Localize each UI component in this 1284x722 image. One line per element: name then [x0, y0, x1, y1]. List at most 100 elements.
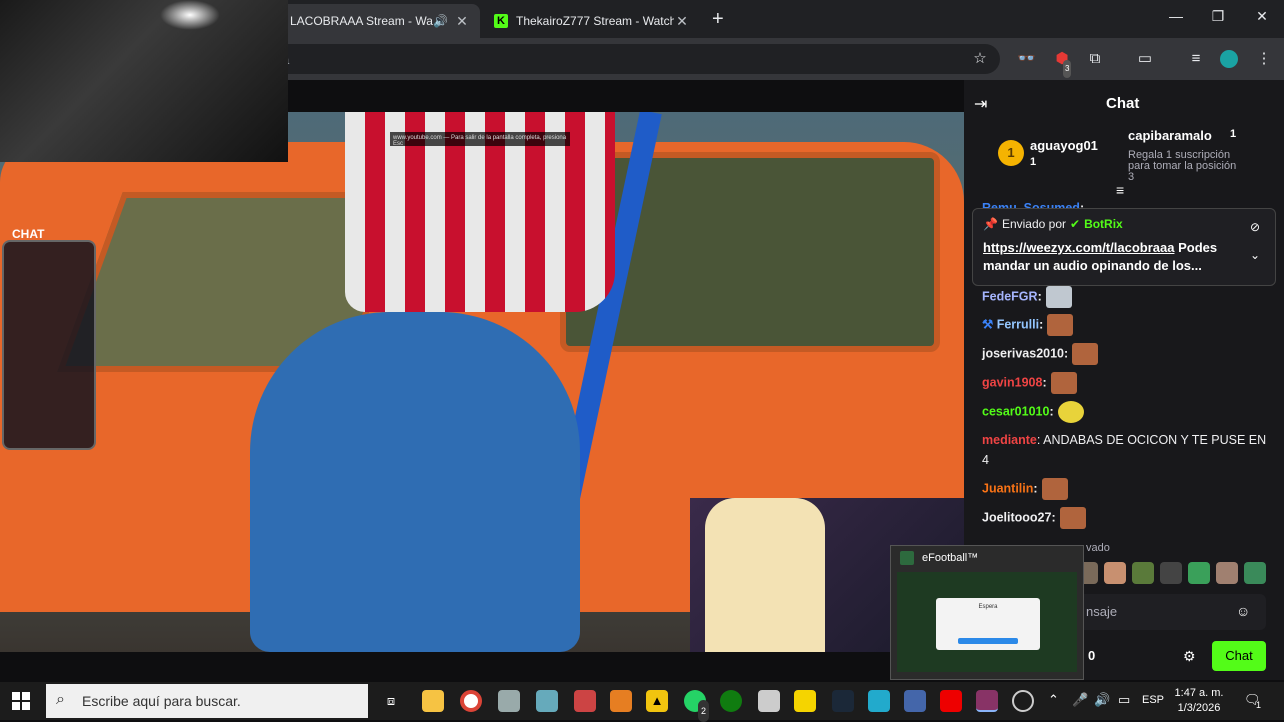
- bot-badge-icon: ✔: [1070, 217, 1081, 231]
- task-view-icon[interactable]: ⧈: [380, 690, 402, 712]
- kick-logo-icon: K: [494, 14, 508, 28]
- points-count: 0: [1088, 648, 1096, 663]
- chat-username[interactable]: mediante: [982, 433, 1037, 447]
- chat-message: cesar01010:: [982, 401, 1272, 423]
- emote-icon[interactable]: [1216, 562, 1238, 584]
- collapse-chat-icon[interactable]: ⇥: [974, 94, 987, 114]
- chat-text: :: [1042, 375, 1047, 390]
- emoji-picker-icon[interactable]: ☺: [1236, 603, 1250, 619]
- emote-icon[interactable]: [1104, 562, 1126, 584]
- efootball-dialog-button: [958, 638, 1018, 644]
- chat-username[interactable]: Joelitooo27: [982, 510, 1051, 524]
- profile-avatar[interactable]: [1220, 50, 1238, 68]
- chat-text: :: [1033, 481, 1038, 496]
- close-tab-icon[interactable]: ✕: [454, 13, 470, 30]
- webcam-overlay-top: [0, 0, 288, 162]
- windows-start-icon[interactable]: [12, 692, 30, 710]
- extension-count: 3: [1063, 60, 1072, 78]
- fl-studio-icon[interactable]: [610, 690, 632, 712]
- efootball-app-icon: [900, 551, 914, 565]
- chat-message: Joelitooo27:: [982, 507, 1272, 529]
- chevron-down-icon[interactable]: ⌄: [1250, 248, 1260, 262]
- youtube-icon[interactable]: [940, 690, 962, 712]
- chat-input-placeholder: nsaje: [1086, 604, 1118, 619]
- tab-title: LACOBRAAA Stream - Watc: [290, 14, 434, 28]
- app-icon[interactable]: [498, 690, 520, 712]
- tab-thekairoz777[interactable]: K ThekairoZ777 Stream - Watch L ✕: [484, 4, 700, 38]
- app-icon[interactable]: [536, 690, 558, 712]
- volume-icon[interactable]: 🔊: [1094, 692, 1110, 708]
- address-bar[interactable]: a: [270, 44, 1000, 74]
- send-chat-button[interactable]: Chat: [1212, 641, 1266, 671]
- pinned-by-user[interactable]: BotRix: [1084, 217, 1123, 231]
- pinned-body: https://weezyx.com/t/lacobraaa Podes man…: [983, 239, 1265, 275]
- pinned-link[interactable]: https://weezyx.com/t/lacobraaa: [983, 240, 1174, 255]
- speaker-icon[interactable]: 🔊: [433, 14, 448, 28]
- close-tab-icon[interactable]: ✕: [674, 13, 690, 30]
- new-tab-button[interactable]: +: [712, 8, 724, 31]
- bookmark-star-icon[interactable]: ☆: [971, 50, 989, 68]
- leader-name[interactable]: aguayog01: [1030, 138, 1098, 153]
- chat-text: :: [1051, 510, 1056, 525]
- language-indicator[interactable]: ESP: [1142, 694, 1164, 706]
- rank-medal-icon: 1: [998, 140, 1024, 166]
- webcam-person: [705, 498, 825, 652]
- file-explorer-icon[interactable]: [422, 690, 444, 712]
- gift-leader-name[interactable]: capibaramalo: [1128, 128, 1212, 143]
- unpin-icon[interactable]: ⊘: [1250, 220, 1260, 234]
- minimize-icon[interactable]: —: [1166, 8, 1186, 24]
- chat-message: mediante: ANDABAS DE OCICON Y TE PUSE EN…: [982, 430, 1272, 470]
- app-icon[interactable]: [794, 690, 816, 712]
- close-window-icon[interactable]: ✕: [1252, 8, 1272, 25]
- reading-mode-icon[interactable]: ▭: [1136, 50, 1154, 68]
- tab-lacobraaa[interactable]: LACOBRAAA Stream - Watc 🔊 ✕: [280, 4, 480, 38]
- chat-username[interactable]: Ferrulli: [997, 317, 1039, 331]
- whatsapp-badge: 2: [698, 700, 710, 722]
- emote-icon: [1072, 343, 1099, 365]
- xbox-icon[interactable]: [720, 690, 742, 712]
- notifications-badge: 1: [1256, 700, 1262, 710]
- chat-text: :: [1049, 404, 1054, 419]
- chat-text: :: [1037, 289, 1042, 304]
- gear-icon[interactable]: ⚙: [1183, 648, 1196, 665]
- chat-overlay-label: CHAT: [12, 227, 45, 241]
- app-icon[interactable]: [574, 690, 596, 712]
- notepad-icon[interactable]: [758, 690, 780, 712]
- microphone-icon[interactable]: 🎤: [1072, 692, 1088, 708]
- mod-badge-icon: ⚒: [982, 317, 997, 332]
- extension-glasses-icon[interactable]: 👓: [1017, 50, 1036, 68]
- app-icon[interactable]: [976, 690, 998, 712]
- efootball-dialog-title: Espera: [978, 604, 998, 610]
- emote-icon[interactable]: [1160, 562, 1182, 584]
- notifications-icon[interactable]: 🗨 1: [1244, 692, 1262, 710]
- taskbar-search-input[interactable]: Escribe aquí para buscar.: [46, 684, 368, 718]
- network-icon[interactable]: ▭: [1118, 692, 1130, 708]
- app-icon[interactable]: ▲: [646, 690, 668, 712]
- extensions-puzzle-icon[interactable]: ⧉: [1086, 50, 1104, 68]
- app-icon[interactable]: [868, 690, 890, 712]
- efootball-title: eFootball™: [922, 552, 979, 564]
- whatsapp-icon[interactable]: 2: [684, 690, 710, 722]
- obs-icon[interactable]: [1012, 690, 1034, 712]
- restore-icon[interactable]: ❐: [1208, 8, 1228, 25]
- chat-username[interactable]: gavin1908: [982, 375, 1042, 389]
- taskbar-clock[interactable]: 1:47 a. m. 1/3/2026: [1170, 686, 1228, 716]
- extension-badge-icon[interactable]: ⬢ 3: [1053, 50, 1072, 78]
- pinned-message[interactable]: 📌 Enviado por ✔ BotRix https://weezyx.co…: [972, 208, 1276, 286]
- app-icon[interactable]: [904, 690, 926, 712]
- gift-cta-line3: 3: [1128, 171, 1135, 183]
- emote-icon[interactable]: [1132, 562, 1154, 584]
- emote-icon[interactable]: [1188, 562, 1210, 584]
- chat-username[interactable]: FedeFGR: [982, 289, 1038, 303]
- steam-icon[interactable]: [832, 690, 854, 712]
- emote-icon: [1050, 372, 1077, 394]
- tray-chevron-up-icon[interactable]: ⌃: [1048, 692, 1059, 708]
- menu-kebab-icon[interactable]: ⋮: [1255, 50, 1273, 68]
- media-queue-icon[interactable]: ≡: [1187, 50, 1205, 68]
- chrome-icon[interactable]: [460, 690, 482, 712]
- chat-username[interactable]: Juantilin: [982, 481, 1033, 495]
- chat-username[interactable]: cesar01010: [982, 404, 1049, 418]
- expand-leaderboard-icon[interactable]: ≡: [1116, 183, 1124, 197]
- chat-username[interactable]: joserivas2010: [982, 346, 1064, 360]
- emote-icon[interactable]: [1244, 562, 1266, 584]
